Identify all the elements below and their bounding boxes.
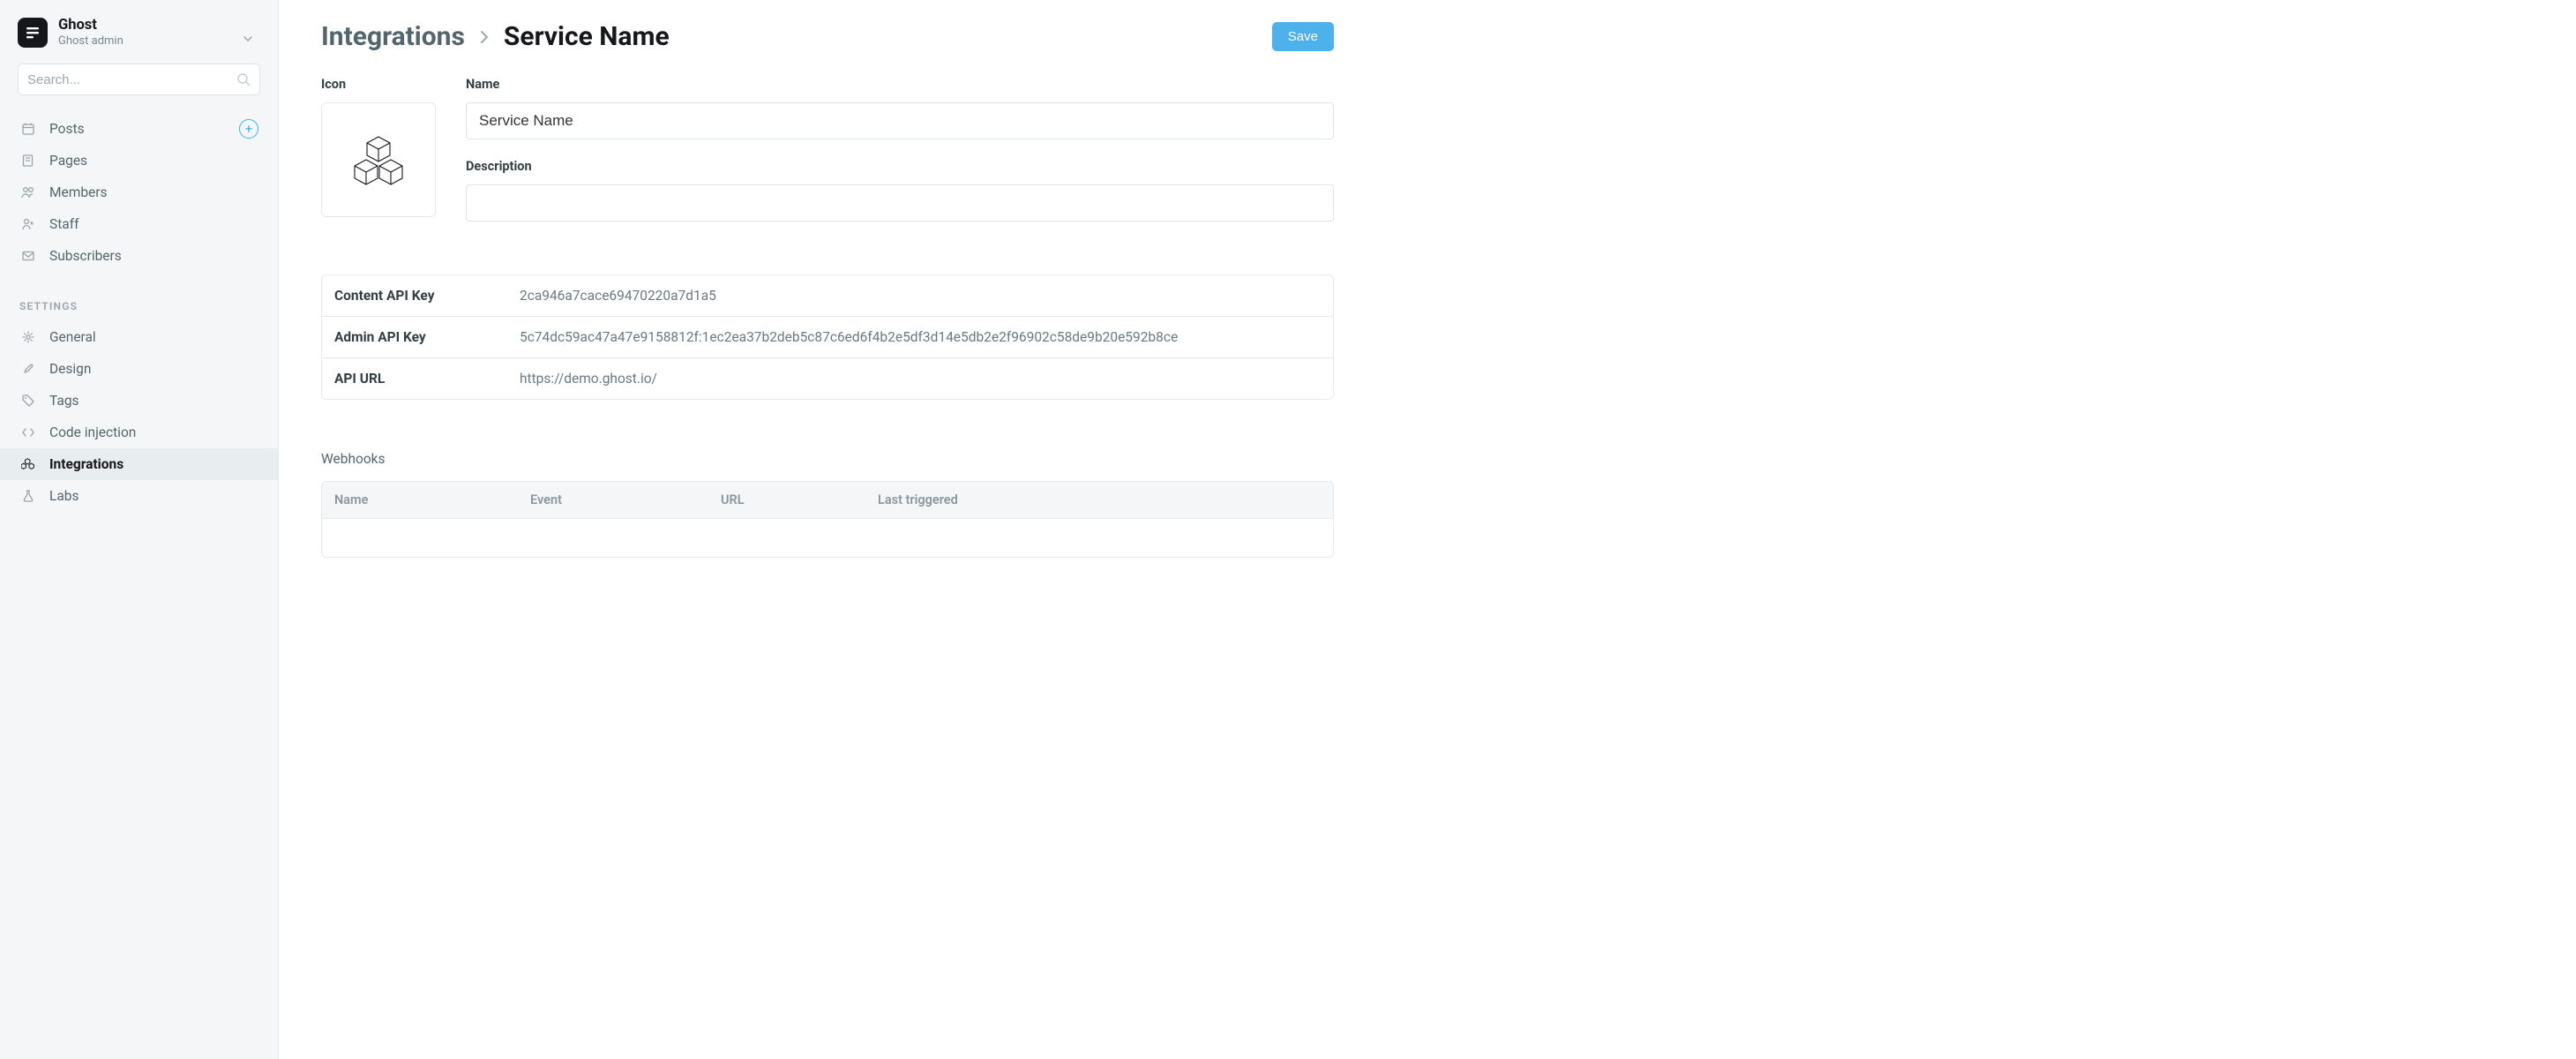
nav-members[interactable]: Members <box>0 176 278 208</box>
nav-subscribers[interactable]: Subscribers <box>0 240 278 272</box>
chevron-right-icon <box>477 30 491 44</box>
nav-pages[interactable]: Pages <box>0 145 278 176</box>
mail-icon <box>19 249 37 263</box>
nav-design[interactable]: Design <box>0 353 278 385</box>
main-content: Integrations Service Name Save Icon <box>279 0 1376 1059</box>
staff-icon <box>19 217 37 231</box>
pages-icon <box>19 154 37 168</box>
nav-staff[interactable]: Staff <box>0 208 278 240</box>
calendar-icon <box>19 122 37 136</box>
nav-label: Tags <box>49 393 79 409</box>
flask-icon <box>19 489 37 503</box>
api-row-content-key[interactable]: Content API Key 2ca946a7cace69470220a7d1… <box>322 275 1333 316</box>
nav-label: Labs <box>49 488 79 504</box>
api-key-value: 5c74dc59ac47a47e9158812f:1ec2ea37b2deb5c… <box>520 329 1321 345</box>
nav-label: Integrations <box>49 456 124 472</box>
search-input[interactable] <box>27 72 236 87</box>
breadcrumb-leaf: Service Name <box>504 21 670 52</box>
site-logo <box>18 18 48 48</box>
settings-section-label: SETTINGS <box>0 274 278 319</box>
nav-label: Members <box>49 184 108 200</box>
site-title: Ghost <box>58 18 124 34</box>
api-row-api-url[interactable]: API URL https://demo.ghost.io/ <box>322 357 1333 399</box>
api-key-label: API URL <box>334 371 520 387</box>
members-icon <box>19 185 37 199</box>
search-icon <box>236 72 251 86</box>
nav-label: Posts <box>49 121 85 137</box>
save-button[interactable]: Save <box>1272 22 1334 51</box>
search-input-wrapper[interactable] <box>18 64 260 95</box>
integration-icon-uploader[interactable] <box>321 102 436 217</box>
site-selector[interactable]: Ghost Ghost admin <box>0 18 278 60</box>
breadcrumb-root[interactable]: Integrations <box>321 21 465 52</box>
api-key-value: 2ca946a7cace69470220a7d1a5 <box>520 288 1321 304</box>
nav-posts[interactable]: Posts + <box>0 113 278 145</box>
nav-label: General <box>49 329 96 345</box>
sidebar: Ghost Ghost admin Posts + <box>0 0 279 1059</box>
webhooks-col-event: Event <box>530 492 721 507</box>
api-row-admin-key[interactable]: Admin API Key 5c74dc59ac47a47e9158812f:1… <box>322 316 1333 357</box>
chevron-down-icon <box>243 34 253 44</box>
nav-label: Staff <box>49 216 79 232</box>
nav-label: Code injection <box>49 424 136 440</box>
webhooks-header: Name Event URL Last triggered <box>321 481 1334 519</box>
api-keys-table: Content API Key 2ca946a7cace69470220a7d1… <box>321 274 1334 400</box>
nav-label: Subscribers <box>49 248 122 264</box>
webhooks-col-last: Last triggered <box>878 492 1321 507</box>
primary-nav: Posts + Pages Members Staff <box>0 111 278 274</box>
description-label: Description <box>466 159 1334 174</box>
api-key-label: Content API Key <box>334 288 520 304</box>
integrations-icon <box>19 457 37 471</box>
breadcrumb: Integrations Service Name <box>321 21 670 52</box>
icon-label: Icon <box>321 77 436 92</box>
api-key-label: Admin API Key <box>334 329 520 345</box>
api-key-value: https://demo.ghost.io/ <box>520 371 1321 387</box>
nav-integrations[interactable]: Integrations <box>0 448 278 480</box>
nav-general[interactable]: General <box>0 321 278 353</box>
name-label: Name <box>466 77 1334 92</box>
nav-labs[interactable]: Labs <box>0 480 278 512</box>
webhooks-body <box>321 519 1334 558</box>
webhooks-title: Webhooks <box>321 451 1334 467</box>
cubes-icon <box>351 134 406 185</box>
code-icon <box>19 425 37 439</box>
nav-code-injection[interactable]: Code injection <box>0 417 278 448</box>
site-subtitle: Ghost admin <box>58 34 124 48</box>
brush-icon <box>19 362 37 376</box>
gear-icon <box>19 330 37 344</box>
description-input[interactable] <box>466 184 1334 222</box>
name-input[interactable] <box>466 102 1334 139</box>
add-post-button[interactable]: + <box>239 119 258 139</box>
tag-icon <box>19 394 37 408</box>
nav-label: Pages <box>49 153 87 169</box>
webhooks-col-name: Name <box>334 492 530 507</box>
settings-nav: General Design Tags Code injection <box>0 319 278 514</box>
nav-label: Design <box>49 361 91 377</box>
webhooks-col-url: URL <box>721 492 878 507</box>
nav-tags[interactable]: Tags <box>0 385 278 417</box>
